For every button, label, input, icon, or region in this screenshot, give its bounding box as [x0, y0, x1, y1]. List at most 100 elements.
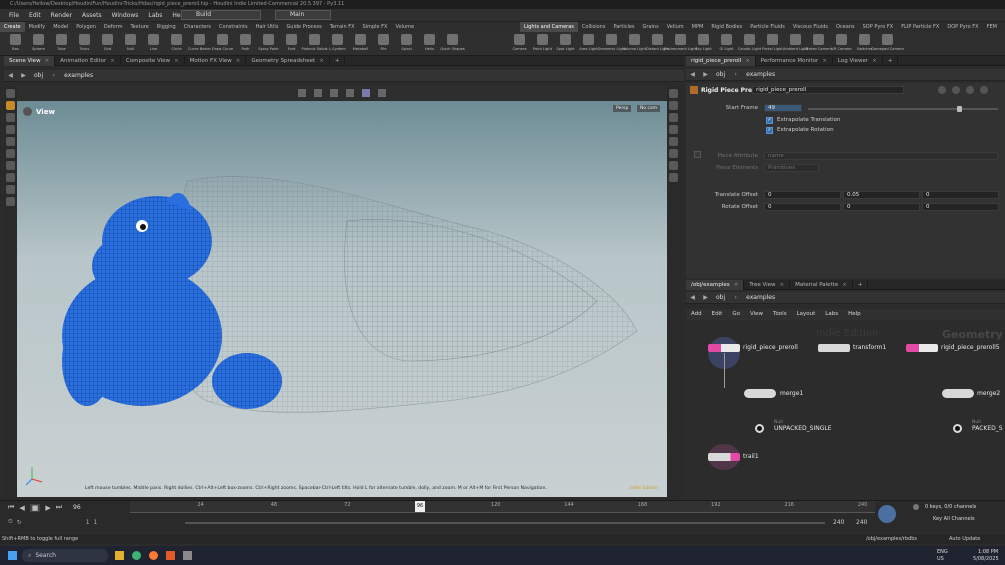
start-frame-field[interactable]: 49: [764, 104, 802, 112]
close-icon[interactable]: ×: [236, 58, 241, 64]
shelf-tab[interactable]: Volume: [391, 22, 418, 32]
stop-icon[interactable]: ■: [29, 503, 41, 512]
shelf-tab[interactable]: DOP Pyro FX: [943, 22, 982, 32]
shelf-tool[interactable]: L-System: [326, 32, 349, 56]
close-icon[interactable]: ×: [822, 58, 827, 64]
display-icon[interactable]: [669, 89, 678, 98]
shelf-tool[interactable]: Path: [234, 32, 257, 56]
pane-tab[interactable]: Geometry Spreadsheet ×: [246, 55, 330, 66]
menu-item-assets[interactable]: Assets: [77, 9, 107, 22]
pane-tab[interactable]: Motion FX View ×: [185, 55, 247, 66]
network-menu-item[interactable]: Add: [686, 309, 707, 320]
lighting-icon[interactable]: [669, 137, 678, 146]
pane-tab[interactable]: Log Viewer ×: [833, 55, 883, 66]
extrapolate-translation-checkbox[interactable]: ✓: [766, 117, 773, 124]
shelf-tool[interactable]: Camera: [508, 32, 531, 56]
pose-icon[interactable]: [6, 149, 15, 158]
forward-icon[interactable]: ▶: [19, 71, 28, 80]
shelf-tool[interactable]: Ambient Light: [783, 32, 808, 56]
skip-end-icon[interactable]: ⏭: [56, 503, 62, 512]
shelf-tool[interactable]: Circle: [165, 32, 188, 56]
add-tab-icon[interactable]: +: [853, 279, 869, 290]
shelf-tab[interactable]: Particle Fluids: [746, 22, 789, 32]
node-merge1[interactable]: [744, 389, 776, 398]
brush-icon[interactable]: [6, 161, 15, 170]
network-menu-item[interactable]: Layout: [792, 309, 821, 320]
clock-date[interactable]: 5/08/2025: [973, 556, 999, 562]
close-icon[interactable]: ×: [745, 58, 750, 64]
shelf-tool[interactable]: Environment Light: [664, 32, 697, 56]
snap-tool-icon[interactable]: [6, 185, 15, 194]
menu-item-render[interactable]: Render: [46, 9, 77, 22]
pane-tab[interactable]: Tree View ×: [744, 279, 791, 290]
shelf-tool[interactable]: Helix: [418, 32, 441, 56]
viewport[interactable]: View Persp No cam Left mouse tumbles. Mi…: [17, 101, 667, 497]
step-back-icon[interactable]: ◀: [19, 504, 24, 512]
language-indicator[interactable]: ENG: [937, 549, 948, 555]
shelf-tool[interactable]: Spiral: [395, 32, 418, 56]
menu-item-file[interactable]: File: [4, 9, 24, 22]
help-icon[interactable]: [952, 86, 960, 94]
shelf-tool[interactable]: Torus: [73, 32, 96, 56]
translate-offset-x[interactable]: 0: [764, 191, 841, 199]
pane-tab[interactable]: Animation Editor ×: [55, 55, 121, 66]
add-tab-icon[interactable]: +: [883, 55, 899, 66]
shelf-tab[interactable]: Rigging: [153, 22, 180, 32]
menu-item-labs[interactable]: Labs: [143, 9, 167, 22]
view-icon[interactable]: [6, 173, 15, 182]
back-icon[interactable]: ◀: [6, 71, 15, 80]
background-icon[interactable]: [669, 149, 678, 158]
shelf-tab[interactable]: Grains: [639, 22, 663, 32]
close-icon[interactable]: ×: [45, 58, 50, 64]
node-rigid-piece-preroll5[interactable]: [906, 344, 938, 352]
network-menu-item[interactable]: Help: [843, 309, 866, 320]
current-frame-marker[interactable]: 96: [414, 501, 426, 512]
camera-lock-icon[interactable]: [669, 173, 678, 182]
pane-tab[interactable]: /obj/examples ×: [686, 279, 745, 290]
pane-tab[interactable]: Composite View ×: [121, 55, 185, 66]
path-node[interactable]: examples: [60, 72, 97, 79]
scale-icon[interactable]: [6, 125, 15, 134]
pane-tab[interactable]: Performance Monitor ×: [756, 55, 833, 66]
snap-icon[interactable]: [314, 89, 322, 97]
select-icon[interactable]: [6, 89, 15, 98]
shelf-tab[interactable]: Texture: [126, 22, 152, 32]
ghost-icon[interactable]: [669, 101, 678, 110]
shelf-tab[interactable]: FEM: [983, 22, 1001, 32]
visibility-icon[interactable]: [669, 161, 678, 170]
close-icon[interactable]: ×: [872, 58, 877, 64]
network-menu-item[interactable]: Go: [727, 309, 745, 320]
end-frame-field[interactable]: 240: [833, 519, 844, 526]
persp-menu[interactable]: Persp: [613, 105, 632, 112]
search-icon[interactable]: [966, 86, 974, 94]
shelf-tool[interactable]: Curve Bezier: [188, 32, 211, 56]
shelf-tool[interactable]: Area Light: [577, 32, 600, 56]
network-editor[interactable]: Indie Edition Geometry rigid_piece_prero…: [686, 320, 1005, 500]
shelf-tab[interactable]: FLIP Particle FX: [897, 22, 943, 32]
shelf-tab[interactable]: Polygon: [72, 22, 100, 32]
shading-icon[interactable]: [362, 89, 370, 97]
context-selector[interactable]: Main: [275, 10, 331, 20]
keyframe-icon[interactable]: [878, 505, 896, 523]
shelf-tool[interactable]: Tube: [50, 32, 73, 56]
shelf-tool[interactable]: Sphere: [27, 32, 50, 56]
network-menu-item[interactable]: Edit: [707, 309, 728, 320]
auto-update-menu[interactable]: Auto Update: [949, 536, 980, 542]
key-all-channels[interactable]: Key All Channels: [933, 516, 975, 522]
forward-icon[interactable]: ▶: [701, 70, 710, 79]
shelf-tool[interactable]: VR Camera: [830, 32, 853, 56]
shelf-tab[interactable]: Constraints: [215, 22, 252, 32]
shelf-tool[interactable]: Gamepad Camera: [871, 32, 904, 56]
path-root[interactable]: obj: [712, 71, 729, 78]
camera-menu[interactable]: No cam: [637, 105, 661, 112]
shelf-tool[interactable]: Spot Light: [554, 32, 577, 56]
rotate-offset-x[interactable]: 0: [764, 203, 841, 211]
pane-tab[interactable]: rigid_piece_preroll ×: [686, 55, 756, 66]
close-icon[interactable]: ×: [734, 282, 739, 288]
close-icon[interactable]: ×: [780, 282, 785, 288]
network-menu-item[interactable]: View: [745, 309, 768, 320]
forward-icon[interactable]: ▶: [701, 293, 710, 302]
shelf-tool[interactable]: Quick Shapes: [440, 32, 465, 56]
rotate-offset-z[interactable]: 0: [922, 203, 999, 211]
shelf-tab[interactable]: Terrain FX: [326, 22, 359, 32]
